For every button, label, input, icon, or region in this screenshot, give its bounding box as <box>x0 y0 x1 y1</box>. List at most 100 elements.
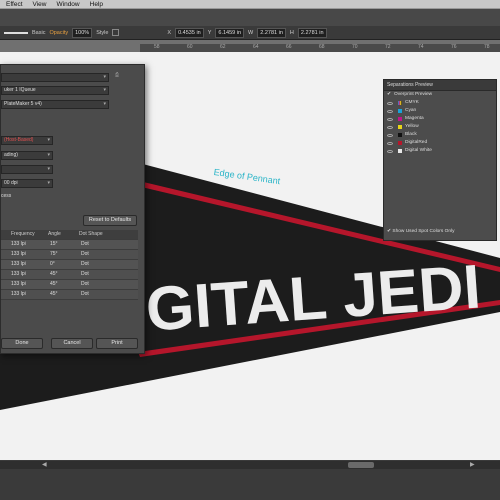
ruler-tick: 60 <box>187 44 193 50</box>
y-field[interactable]: 6.1459 in <box>215 27 245 38</box>
ink-swatch <box>398 125 402 129</box>
separations-preview-panel: Separations Preview ✔ Overprint Preview … <box>383 79 497 241</box>
ruler-tick: 66 <box>286 44 292 50</box>
brush-dropdown[interactable]: Basic <box>32 30 45 36</box>
column-header[interactable]: Frequency <box>11 230 35 239</box>
opacity-field[interactable]: 100% <box>72 27 93 38</box>
sep-ink-row[interactable]: Magenta <box>384 115 496 123</box>
eye-icon[interactable] <box>387 110 393 113</box>
scroll-left-icon[interactable]: ◀ <box>42 461 47 468</box>
ink-name: CMYK <box>405 100 419 105</box>
x-label: X <box>167 29 172 36</box>
x-field[interactable]: 0.4535 in <box>175 27 204 38</box>
ink-table: Frequency Angle Dot Shape 133 lpi 15° Do… <box>1 230 138 300</box>
panel-title[interactable]: Separations Preview <box>384 80 496 91</box>
column-header[interactable]: Angle <box>48 230 61 239</box>
reset-to-defaults-button[interactable]: Reset to Defaults <box>83 215 137 226</box>
ink-swatch <box>398 141 402 145</box>
mode-dropdown[interactable]: (Host-Based) ▾ <box>1 136 53 145</box>
eye-icon[interactable] <box>387 118 393 121</box>
ink-swatch <box>398 109 402 113</box>
eye-icon[interactable] <box>387 150 393 153</box>
style-swatch[interactable] <box>112 29 120 36</box>
printer-dropdown[interactable]: ▾ <box>1 73 109 82</box>
image-dropdown[interactable]: ▾ <box>1 165 53 174</box>
overprint-preview-row[interactable]: ✔ Overprint Preview <box>384 91 496 99</box>
horizontal-scrollbar[interactable]: ◀ ▶ <box>0 461 500 469</box>
ink-row[interactable]: 133 lpi 45° Dot <box>1 290 138 300</box>
printer-queue-value: uker 1 IQueue <box>4 87 36 93</box>
resolution-dropdown[interactable]: 00 dpi ▾ <box>1 179 53 188</box>
horizontal-ruler: 58 60 62 64 66 68 70 72 74 76 78 <box>140 44 500 52</box>
frequency-cell: 133 lpi <box>11 241 26 247</box>
dot-shape-cell: Dot <box>81 241 89 247</box>
eye-icon[interactable] <box>387 102 393 105</box>
ink-name: DigitalRed <box>405 140 428 145</box>
process-label: cess <box>1 193 12 199</box>
cancel-button[interactable]: Cancel <box>51 338 93 349</box>
ruler-tick: 76 <box>451 44 457 50</box>
ink-row[interactable]: 133 lpi 45° Dot <box>1 270 138 280</box>
angle-cell: 75° <box>50 251 58 257</box>
dot-shape-cell: Dot <box>81 281 89 287</box>
sep-ink-row[interactable]: Digital White <box>384 147 496 155</box>
eye-icon[interactable] <box>387 126 393 129</box>
eye-icon[interactable] <box>387 134 393 137</box>
edge-of-pennant-annotation: Edge of Pennant <box>213 167 281 186</box>
column-header[interactable]: Dot Shape <box>79 230 103 239</box>
checkbox-icon[interactable]: ✔ <box>387 229 391 234</box>
ruler-tick: 72 <box>385 44 391 50</box>
show-used-spot-colors-row[interactable]: ✔ Show Used Spot Colors Only <box>387 229 455 234</box>
y-label: Y <box>207 29 212 36</box>
menu-window[interactable]: Window <box>57 1 80 8</box>
checkbox-icon[interactable]: ✔ <box>387 91 391 99</box>
ink-row[interactable]: 133 lpi 45° Dot <box>1 280 138 290</box>
print-button[interactable]: Print <box>96 338 138 349</box>
ink-swatch <box>398 133 402 137</box>
document-tab-bar <box>0 9 500 26</box>
scroll-right-icon[interactable]: ▶ <box>470 461 475 468</box>
opacity-label: Opacity <box>49 29 69 36</box>
printer-queue-dropdown[interactable]: uker 1 IQueue ▾ <box>1 86 109 95</box>
ink-name: Cyan <box>405 108 417 113</box>
ink-row[interactable]: 133 lpi 15° Dot <box>1 240 138 250</box>
done-button[interactable]: Done <box>1 338 43 349</box>
ppd-dropdown[interactable]: PlateMaker 5 v4) ▾ <box>1 100 109 109</box>
angle-cell: 15° <box>50 241 58 247</box>
ppd-value: PlateMaker 5 v4) <box>4 101 42 107</box>
h-field[interactable]: 2.2781 in <box>297 27 327 38</box>
ruler-tick: 78 <box>484 44 490 50</box>
frequency-cell: 133 lpi <box>11 251 26 257</box>
menu-help[interactable]: Help <box>90 1 103 8</box>
eye-icon[interactable] <box>387 142 393 145</box>
sep-ink-row[interactable]: CMYK <box>384 99 496 107</box>
dot-shape-cell: Dot <box>81 271 89 277</box>
angle-cell: 45° <box>50 291 58 297</box>
sep-ink-row[interactable]: Yellow <box>384 123 496 131</box>
ink-row[interactable]: 133 lpi 75° Dot <box>1 250 138 260</box>
w-field[interactable]: 2.2781 in <box>257 27 286 38</box>
w-label: W <box>248 29 254 36</box>
emulsion-dropdown[interactable]: ading) ▾ <box>1 151 53 160</box>
ink-name: Yellow <box>405 124 419 129</box>
ink-name: Magenta <box>405 116 424 121</box>
ruler-tick: 70 <box>352 44 358 50</box>
sep-ink-row[interactable]: Black <box>384 131 496 139</box>
stroke-preview <box>4 31 28 34</box>
scrollbar-thumb[interactable] <box>348 462 374 468</box>
sep-ink-row[interactable]: Cyan <box>384 107 496 115</box>
printer-icon[interactable]: ⎙ <box>115 72 119 78</box>
frequency-cell: 133 lpi <box>11 281 26 287</box>
menu-effect[interactable]: Effect <box>6 1 23 8</box>
sep-ink-row[interactable]: DigitalRed <box>384 139 496 147</box>
menu-view[interactable]: View <box>33 1 47 8</box>
ink-swatch <box>398 101 402 105</box>
angle-cell: 45° <box>50 281 58 287</box>
frequency-cell: 133 lpi <box>11 261 26 267</box>
overprint-label: Overprint Preview <box>394 92 433 97</box>
ink-swatch <box>398 117 402 121</box>
angle-cell: 45° <box>50 271 58 277</box>
frequency-cell: 133 lpi <box>11 271 26 277</box>
ink-row[interactable]: 133 lpi 0° Dot <box>1 260 138 270</box>
angle-cell: 0° <box>50 261 55 267</box>
